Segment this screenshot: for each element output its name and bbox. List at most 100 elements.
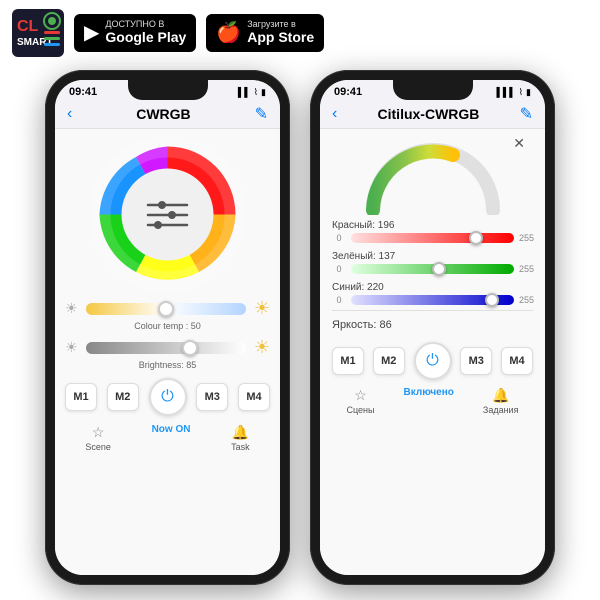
rgb-slider-group: Красный: 196 0 255 Зелёный: 137 [332, 220, 533, 305]
close-button-2[interactable]: ✕ [513, 135, 525, 152]
color-wheel-svg [90, 137, 245, 292]
m1-button-2[interactable]: M1 [332, 347, 364, 375]
back-button-1[interactable]: ‹ [67, 105, 72, 123]
app-store-text: Загрузите в App Store [247, 19, 314, 46]
task-icon-2: 🔔 [492, 387, 509, 404]
green-thumb[interactable] [432, 262, 446, 276]
phone-2: 09:41 ▌▌▌ ⌇ ▮ ‹ Citilux-CWRGB ✎ [310, 70, 555, 585]
brightness-row-2: Яркость: 86 [332, 310, 533, 335]
nav-bar-2: ‹ Citilux-CWRGB ✎ [320, 100, 545, 129]
scene-text-2: Сцены [347, 405, 375, 415]
phone2-content: ✕ Красный: 196 0 255 [320, 129, 545, 575]
brightness-slider-row: ☀ ☀ Brightness: 85 [65, 337, 270, 370]
page-title-2: Citilux-CWRGB [378, 106, 480, 122]
phone-1: 09:41 ▌▌ ⌇ ▮ ‹ CWRGB ✎ [45, 70, 290, 585]
red-label: Красный: 196 [332, 220, 533, 231]
blue-min: 0 [332, 295, 346, 305]
app-store-large: App Store [247, 29, 314, 46]
cl-logo: CL SMART [12, 9, 64, 57]
task-icon: 🔔 [232, 424, 249, 441]
red-slider-row: Красный: 196 0 255 [332, 220, 533, 243]
brightness-slider-icons: ☀ ☀ [65, 337, 270, 358]
brightness-track[interactable] [86, 342, 246, 354]
blue-label: Синий: 220 [332, 282, 533, 293]
red-min: 0 [332, 233, 346, 243]
power-label-2: Включено [404, 387, 454, 415]
battery-icon: ▮ [261, 87, 266, 98]
notch-1 [128, 80, 208, 100]
header-bar: CL SMART ▶ ДОСТУПНО В Google Play 🍎 Загр… [0, 0, 600, 65]
blue-max: 255 [519, 295, 533, 305]
gauge-wrapper: ✕ [332, 135, 533, 215]
green-track[interactable] [351, 264, 514, 274]
status-icons-1: ▌▌ ⌇ ▮ [238, 87, 266, 98]
color-temp-thumb[interactable] [158, 301, 174, 317]
scene-icon: ☆ [92, 424, 105, 441]
battery-icon-2: ▮ [526, 87, 531, 98]
scene-icon-2: ☆ [354, 387, 367, 404]
status-time-1: 09:41 [69, 86, 97, 98]
google-play-text: ДОСТУПНО В Google Play [105, 19, 186, 46]
google-play-large: Google Play [105, 29, 186, 46]
m-buttons-row-1: M1 M2 ⏻ M3 M4 [65, 376, 270, 418]
power-text: Now ON [152, 424, 191, 435]
bottom-labels-1: ☆ Scene Now ON 🔔 Task [65, 424, 270, 456]
power-label-item: Now ON [152, 424, 191, 452]
temp-slider-icons: ☀ ☀ [65, 298, 270, 319]
color-temp-slider-row: ☀ ☀ Colour temp : 50 [65, 298, 270, 331]
scene-label-item[interactable]: ☆ Scene [85, 424, 111, 452]
m1-button-1[interactable]: M1 [65, 383, 97, 411]
app-store-badge[interactable]: 🍎 Загрузите в App Store [206, 14, 324, 52]
apple-icon: 🍎 [216, 20, 241, 45]
green-label: Зелёный: 137 [332, 251, 533, 262]
edit-button-2[interactable]: ✎ [520, 104, 533, 124]
power-button-2[interactable]: ⏻ [414, 342, 452, 380]
wifi-icon: ⌇ [254, 87, 258, 98]
green-slider-row: Зелёный: 137 0 255 [332, 251, 533, 274]
brightness-label-2: Яркость: 86 [332, 319, 392, 331]
brightness-thumb[interactable] [182, 340, 198, 356]
google-play-badge[interactable]: ▶ ДОСТУПНО В Google Play [74, 14, 196, 52]
edit-button-1[interactable]: ✎ [255, 104, 268, 124]
brightness-low-icon: ☀ [65, 339, 78, 356]
brightness-high-icon: ☀ [254, 337, 270, 358]
power-text-2: Включено [404, 387, 454, 398]
red-slider-line: 0 255 [332, 233, 533, 243]
color-wheel[interactable] [90, 137, 245, 292]
sun-large-icon: ☀ [254, 298, 270, 319]
blue-slider-line: 0 255 [332, 295, 533, 305]
page-title-1: CWRGB [136, 106, 190, 122]
m3-button-2[interactable]: M3 [460, 347, 492, 375]
power-button-1[interactable]: ⏻ [149, 378, 187, 416]
task-label-item[interactable]: 🔔 Task [231, 424, 250, 452]
signal-icon: ▌▌ [238, 87, 251, 97]
phone-2-screen: 09:41 ▌▌▌ ⌇ ▮ ‹ Citilux-CWRGB ✎ [320, 80, 545, 575]
signal-icon-2: ▌▌▌ [497, 87, 516, 97]
red-track[interactable] [351, 233, 514, 243]
task-label-2[interactable]: 🔔 Задания [483, 387, 519, 415]
wifi-icon-2: ⌇ [519, 87, 523, 98]
m4-button-2[interactable]: M4 [501, 347, 533, 375]
semicircle-gauge [363, 135, 503, 215]
green-slider-line: 0 255 [332, 264, 533, 274]
back-button-2[interactable]: ‹ [332, 105, 337, 123]
red-max: 255 [519, 233, 533, 243]
m4-button-1[interactable]: M4 [238, 383, 270, 411]
task-text-2: Задания [483, 405, 519, 415]
m2-button-2[interactable]: M2 [373, 347, 405, 375]
phones-container: 09:41 ▌▌ ⌇ ▮ ‹ CWRGB ✎ [0, 65, 600, 590]
blue-track[interactable] [351, 295, 514, 305]
scene-label-2[interactable]: ☆ Сцены [347, 387, 375, 415]
color-temp-track[interactable] [86, 303, 246, 315]
green-min: 0 [332, 264, 346, 274]
nav-bar-1: ‹ CWRGB ✎ [55, 100, 280, 129]
blue-thumb[interactable] [485, 293, 499, 307]
google-play-small: ДОСТУПНО В [105, 19, 186, 29]
m2-button-1[interactable]: M2 [107, 383, 139, 411]
phone1-content: ☀ ☀ Colour temp : 50 ☀ [55, 129, 280, 575]
scene-text: Scene [85, 442, 111, 452]
m3-button-1[interactable]: M3 [196, 383, 228, 411]
bottom-labels-2: ☆ Сцены Включено 🔔 Задания [332, 387, 533, 419]
blue-slider-row: Синий: 220 0 255 [332, 282, 533, 305]
red-thumb[interactable] [469, 231, 483, 245]
